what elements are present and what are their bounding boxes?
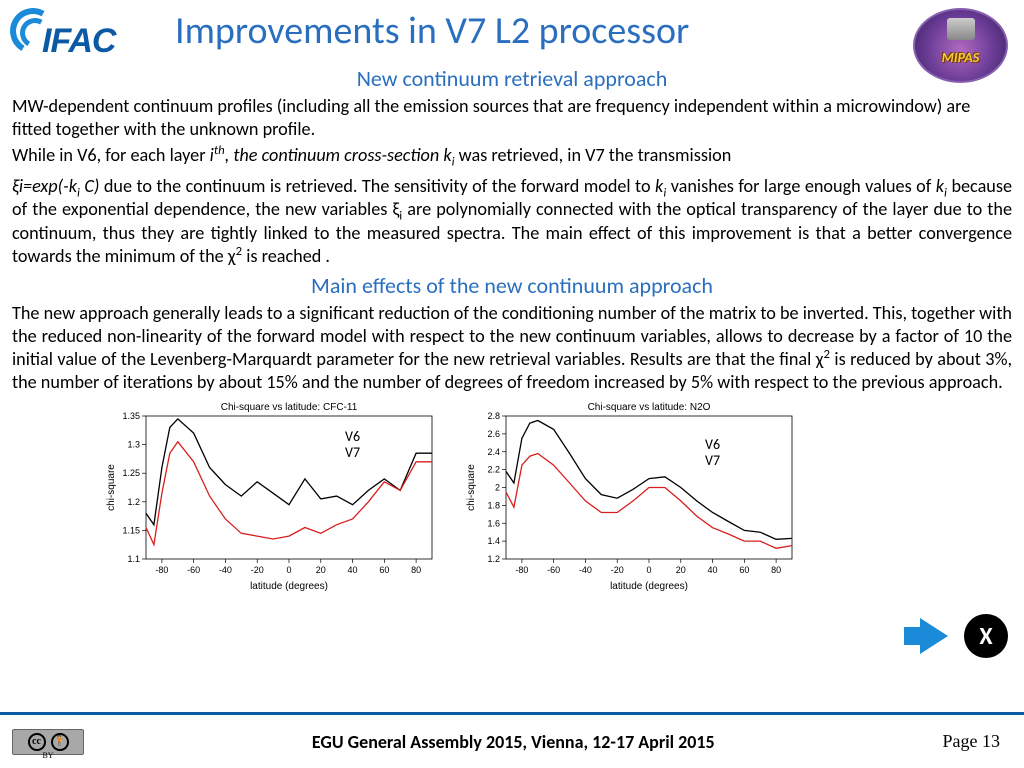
cc-by-badge: cc 🧍 BY bbox=[12, 729, 84, 755]
chart-n2o-svg: Chi-square vs latitude: N2O -80 -60 -40 -20 0… bbox=[462, 398, 802, 593]
svg-text:2.8: 2.8 bbox=[487, 411, 500, 421]
slide-title: Improvements in V7 L2 processor bbox=[175, 8, 689, 54]
by-icon: 🧍 bbox=[51, 733, 69, 751]
chart-cfc11: Chi-square vs latitude: CFC-11 -80 -60 -40 -… bbox=[102, 398, 442, 593]
svg-text:2: 2 bbox=[495, 483, 500, 493]
svg-text:-20: -20 bbox=[251, 565, 264, 575]
chart-cfc11-legend: V6 V7 bbox=[342, 428, 363, 462]
paragraph-3: The new approach generally leads to a si… bbox=[12, 302, 1012, 394]
svg-text:-60: -60 bbox=[187, 565, 200, 575]
paragraph-2: ξi=exp(-ki C) due to the continuum is re… bbox=[12, 175, 1012, 267]
chart-n2o: Chi-square vs latitude: N2O -80 -60 -40 -20 0… bbox=[462, 398, 802, 593]
charts-row: Chi-square vs latitude: CFC-11 -80 -60 -40 -… bbox=[12, 398, 1012, 593]
section-title-2: Main effects of the new continuum approa… bbox=[12, 272, 1012, 300]
svg-text:80: 80 bbox=[411, 565, 421, 575]
svg-text:40: 40 bbox=[708, 565, 718, 575]
svg-text:80: 80 bbox=[771, 565, 781, 575]
ifac-logo-text: IFAC bbox=[42, 22, 115, 61]
svg-text:-40: -40 bbox=[579, 565, 592, 575]
svg-text:1.1: 1.1 bbox=[127, 554, 140, 564]
svg-text:-80: -80 bbox=[155, 565, 168, 575]
svg-text:2.4: 2.4 bbox=[487, 447, 500, 457]
next-arrow-icon[interactable] bbox=[920, 618, 948, 654]
svg-text:-20: -20 bbox=[611, 565, 624, 575]
svg-text:60: 60 bbox=[379, 565, 389, 575]
svg-text:1.4: 1.4 bbox=[487, 536, 500, 546]
svg-text:20: 20 bbox=[316, 565, 326, 575]
chart-cfc11-svg: Chi-square vs latitude: CFC-11 -80 -60 -40 -… bbox=[102, 398, 442, 593]
svg-text:2.6: 2.6 bbox=[487, 429, 500, 439]
svg-text:1.2: 1.2 bbox=[127, 497, 140, 507]
svg-text:-60: -60 bbox=[547, 565, 560, 575]
svg-text:Chi-square vs latitude: N2O: Chi-square vs latitude: N2O bbox=[588, 402, 711, 413]
slide-header: IFAC Improvements in V7 L2 processor MIP… bbox=[0, 0, 1024, 95]
close-icon: X bbox=[979, 622, 992, 651]
svg-text:1.8: 1.8 bbox=[487, 501, 500, 511]
svg-text:-80: -80 bbox=[515, 565, 528, 575]
svg-text:Chi-square vs latitude: CFC-11: Chi-square vs latitude: CFC-11 bbox=[221, 402, 358, 413]
svg-text:20: 20 bbox=[676, 565, 686, 575]
slide-footer: cc 🧍 BY EGU General Assembly 2015, Vienn… bbox=[0, 712, 1024, 768]
cc-icon: cc bbox=[28, 733, 46, 751]
svg-text:40: 40 bbox=[348, 565, 358, 575]
svg-text:1.35: 1.35 bbox=[122, 411, 140, 421]
svg-text:-40: -40 bbox=[219, 565, 232, 575]
close-button[interactable]: X bbox=[964, 614, 1008, 658]
svg-text:60: 60 bbox=[739, 565, 749, 575]
svg-text:chi-square: chi-square bbox=[466, 464, 477, 511]
section-title-1: New continuum retrieval approach bbox=[0, 65, 1024, 92]
page-number: Page 13 bbox=[943, 731, 1001, 752]
svg-text:1.3: 1.3 bbox=[127, 440, 140, 450]
paragraph-1a: MW-dependent continuum profiles (includi… bbox=[12, 95, 1012, 141]
svg-text:1.25: 1.25 bbox=[122, 468, 140, 478]
svg-text:0: 0 bbox=[646, 565, 651, 575]
footer-event: EGU General Assembly 2015, Vienna, 12-17… bbox=[312, 731, 715, 753]
mipas-logo-text: MIPAS bbox=[942, 49, 980, 66]
slide-body: MW-dependent continuum profiles (includi… bbox=[0, 95, 1024, 593]
paragraph-1b: While in V6, for each layer ith, the con… bbox=[12, 144, 1012, 167]
svg-text:2.2: 2.2 bbox=[487, 465, 500, 475]
svg-text:chi-square: chi-square bbox=[106, 464, 117, 511]
svg-text:1.2: 1.2 bbox=[487, 554, 500, 564]
svg-text:1.6: 1.6 bbox=[487, 518, 500, 528]
svg-text:latitude (degrees): latitude (degrees) bbox=[610, 581, 688, 592]
svg-text:0: 0 bbox=[286, 565, 291, 575]
svg-text:1.15: 1.15 bbox=[122, 526, 140, 536]
svg-text:latitude (degrees): latitude (degrees) bbox=[250, 581, 328, 592]
chart-n2o-legend: V6 V7 bbox=[702, 436, 723, 470]
nav-controls: X bbox=[920, 614, 1008, 658]
